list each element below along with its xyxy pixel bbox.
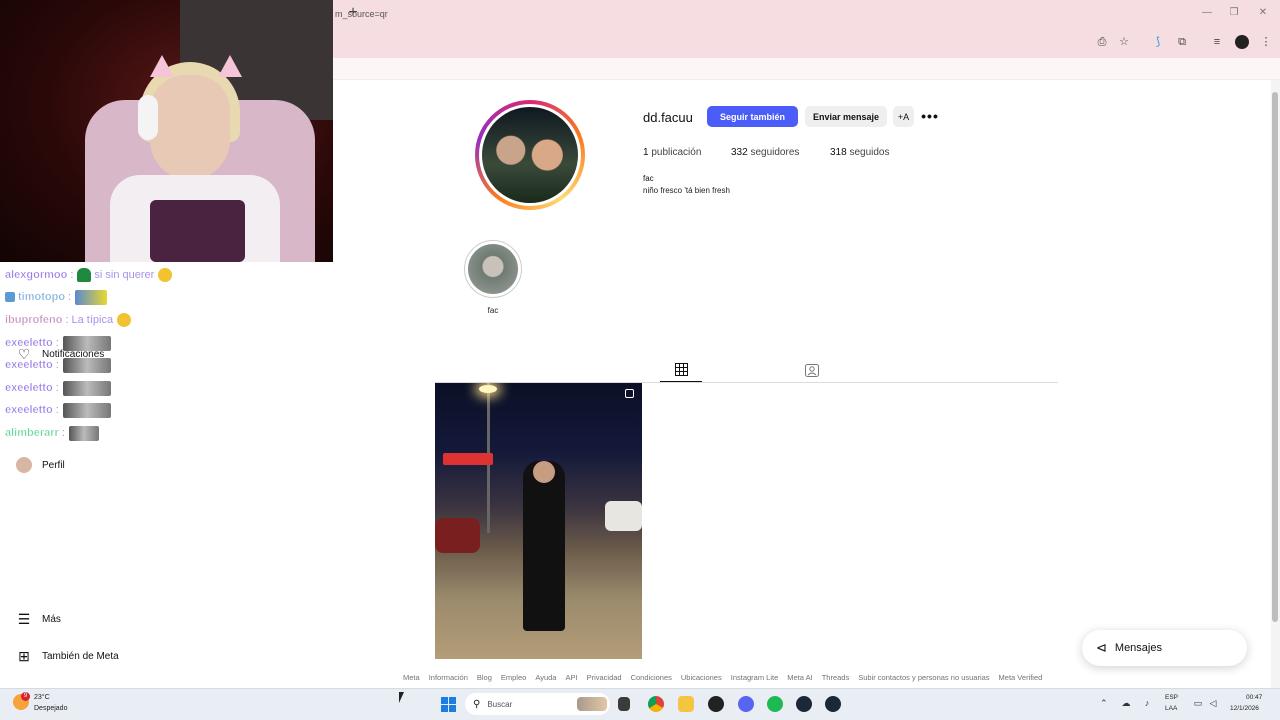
carousel-icon bbox=[625, 389, 634, 398]
send-message-button[interactable]: Enviar mensaje bbox=[805, 106, 887, 127]
posts-count: 1 publicación bbox=[643, 147, 702, 158]
install-app-icon[interactable]: ⎙ bbox=[1095, 35, 1109, 49]
windows-taskbar bbox=[0, 688, 1280, 720]
task-view-icon[interactable] bbox=[618, 697, 630, 711]
bio-name: fac bbox=[643, 174, 654, 183]
profile-username: dd.facuu bbox=[643, 110, 693, 125]
chat-message: ibuprofeno: La típica bbox=[5, 310, 132, 330]
minimize-button[interactable]: — bbox=[1200, 6, 1214, 20]
footer-link[interactable]: Ayuda bbox=[535, 673, 556, 685]
grid-icon: ⊞ bbox=[18, 647, 30, 664]
footer-link[interactable]: Meta bbox=[403, 673, 420, 685]
extensions-puzzle-icon[interactable]: ⧉ bbox=[1175, 35, 1189, 49]
weather-description[interactable]: Despejado bbox=[34, 705, 67, 712]
chat-message: timotopo: bbox=[5, 287, 108, 307]
footer-links: Meta Información Blog Empleo Ayuda API P… bbox=[403, 673, 1042, 685]
media-control-icon[interactable]: ≡ bbox=[1210, 35, 1224, 49]
language-region[interactable]: LAA bbox=[1165, 705, 1177, 712]
sidebar-item-also-from-meta[interactable]: ⊞ También de Meta bbox=[16, 644, 119, 668]
highlight-label: fac bbox=[487, 306, 499, 315]
footer-link[interactable]: Subir contactos y personas no usuarias bbox=[858, 673, 989, 685]
profile-avatar[interactable] bbox=[482, 107, 578, 203]
tab-tagged[interactable] bbox=[800, 358, 824, 382]
notification-badge: 9 bbox=[21, 692, 30, 701]
sidebar-item-label: También de Meta bbox=[42, 650, 119, 662]
browser-profile-avatar[interactable] bbox=[1235, 35, 1249, 49]
volume-icon[interactable]: ◁ bbox=[1208, 698, 1218, 708]
steam-icon[interactable] bbox=[825, 696, 841, 712]
chrome-icon[interactable] bbox=[648, 696, 664, 712]
start-button[interactable] bbox=[441, 697, 456, 712]
browser-menu-icon[interactable]: ⋮ bbox=[1259, 35, 1273, 49]
webcam-overlay bbox=[0, 0, 333, 262]
menu-icon: ☰ bbox=[17, 610, 31, 627]
search-placeholder: Buscar bbox=[487, 699, 513, 709]
tray-overflow-icon[interactable]: ⌃ bbox=[1100, 698, 1108, 709]
microphone-icon[interactable]: ♪ bbox=[1142, 698, 1152, 708]
following-count[interactable]: 318 seguidos bbox=[830, 147, 890, 158]
footer-link[interactable]: Meta Verified bbox=[999, 673, 1043, 685]
search-icon: ⚲ bbox=[473, 698, 481, 710]
post-thumbnail[interactable] bbox=[435, 383, 642, 659]
app-icon-dark[interactable] bbox=[708, 696, 724, 712]
footer-link[interactable]: Instagram Lite bbox=[731, 673, 779, 685]
scrollbar-thumb[interactable] bbox=[1272, 92, 1278, 622]
sidebar-item-label: Más bbox=[42, 613, 61, 625]
language-indicator[interactable]: ESP bbox=[1165, 694, 1178, 701]
footer-link[interactable]: Meta AI bbox=[787, 673, 812, 685]
footer-link[interactable]: Blog bbox=[477, 673, 492, 685]
clock-date[interactable]: 12/1/2026 bbox=[1230, 705, 1259, 712]
follow-button[interactable]: Seguir también bbox=[707, 106, 798, 127]
bio-text: niño fresco 'tá bien fresh bbox=[643, 186, 730, 195]
sidebar-item-profile[interactable]: Perfil bbox=[16, 453, 65, 477]
maximize-button[interactable]: ❐ bbox=[1227, 6, 1241, 20]
followers-count[interactable]: 332 seguidores bbox=[731, 147, 799, 158]
discord-icon[interactable] bbox=[738, 696, 754, 712]
footer-link[interactable]: Ubicaciones bbox=[681, 673, 722, 685]
chat-message: exeeletto: bbox=[5, 333, 111, 353]
spotify-icon[interactable] bbox=[767, 696, 783, 712]
close-window-button[interactable]: ✕ bbox=[1256, 6, 1270, 20]
messages-button[interactable]: ⊲ Mensajes bbox=[1082, 630, 1247, 666]
chat-message: exeeletto: bbox=[5, 400, 111, 420]
chat-message: alimberarr: bbox=[5, 423, 99, 443]
more-options-icon[interactable]: ••• bbox=[920, 108, 940, 124]
chat-message: exeeletto: bbox=[5, 378, 111, 398]
sidebar-item-label: Perfil bbox=[42, 459, 65, 471]
extension-translate-icon[interactable]: ⟆ bbox=[1151, 35, 1165, 49]
network-icon[interactable]: ▭ bbox=[1193, 698, 1203, 708]
file-explorer-icon[interactable] bbox=[678, 696, 694, 712]
footer-link[interactable]: Condiciones bbox=[631, 673, 672, 685]
address-input[interactable]: m_source=qr bbox=[335, 9, 388, 19]
chat-message: exeeletto: bbox=[5, 355, 111, 375]
steam-icon[interactable] bbox=[796, 696, 812, 712]
avatar bbox=[16, 457, 32, 473]
chat-message: alexgormoo: si sin querer bbox=[5, 265, 173, 285]
suggested-users-button[interactable]: +A bbox=[893, 106, 914, 127]
footer-link[interactable]: Empleo bbox=[501, 673, 526, 685]
mouse-cursor bbox=[399, 692, 404, 703]
sidebar-item-more[interactable]: ☰ Más bbox=[16, 607, 61, 631]
tab-posts[interactable] bbox=[660, 358, 702, 382]
footer-link[interactable]: Threads bbox=[822, 673, 850, 685]
highlight-thumbnail[interactable] bbox=[468, 244, 518, 294]
tagged-icon bbox=[805, 364, 819, 377]
footer-link[interactable]: Información bbox=[429, 673, 468, 685]
weather-temperature[interactable]: 23°C bbox=[34, 694, 50, 701]
clock-time[interactable]: 00:47 bbox=[1246, 694, 1262, 701]
messages-label: Mensajes bbox=[1114, 642, 1162, 654]
send-icon: ⊲ bbox=[1096, 640, 1107, 655]
bookmark-star-icon[interactable]: ☆ bbox=[1117, 35, 1131, 49]
footer-link[interactable]: Privacidad bbox=[587, 673, 622, 685]
cloud-icon[interactable]: ☁ bbox=[1121, 698, 1131, 708]
grid-icon bbox=[674, 363, 688, 376]
search-highlight-image bbox=[577, 697, 607, 711]
footer-link[interactable]: API bbox=[565, 673, 577, 685]
